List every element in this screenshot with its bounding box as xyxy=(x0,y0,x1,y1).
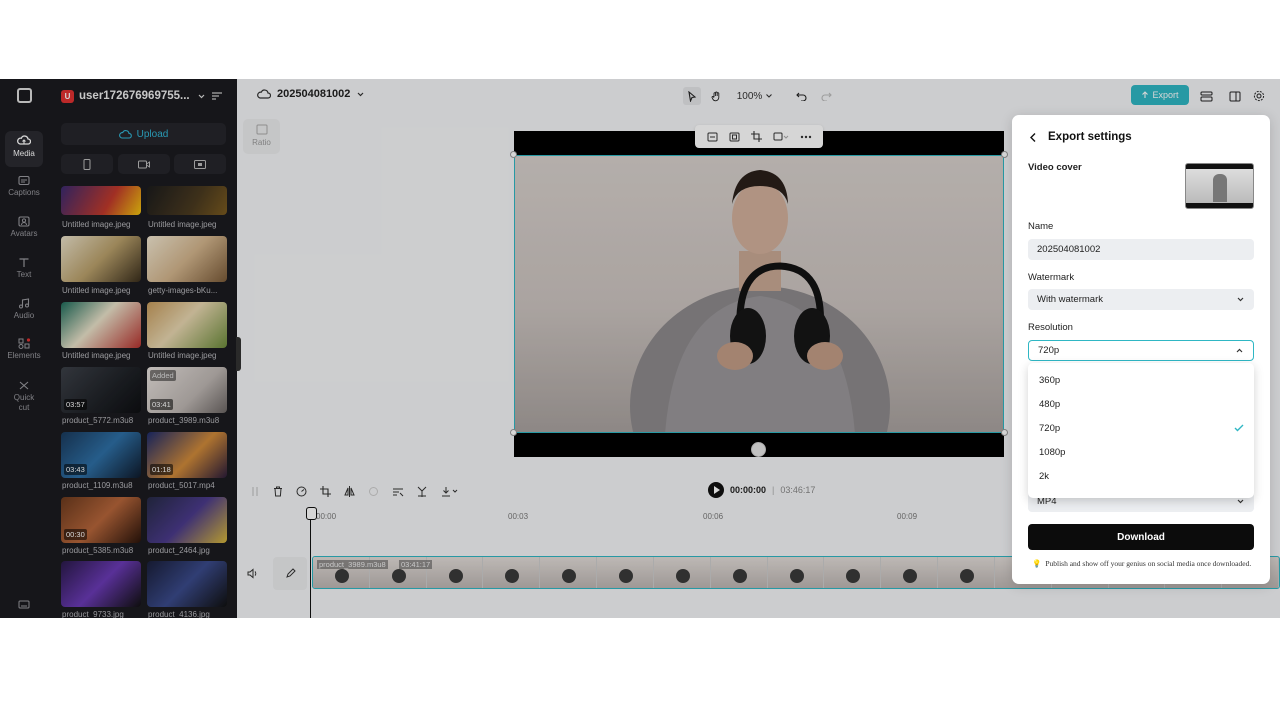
option-label: 2k xyxy=(1039,470,1050,482)
watermark-label: Watermark xyxy=(1028,272,1075,283)
resolution-select[interactable]: 720p xyxy=(1028,340,1254,361)
resolution-option-2k[interactable]: 2k xyxy=(1039,466,1244,486)
resolution-option-1080p[interactable]: 1080p xyxy=(1039,442,1244,462)
resolution-option-720p[interactable]: 720p xyxy=(1039,418,1244,438)
name-input[interactable]: 202504081002 xyxy=(1028,239,1254,260)
watermark-select[interactable]: With watermark xyxy=(1028,289,1254,310)
chevron-down-icon xyxy=(1237,297,1244,302)
video-cover-label: Video cover xyxy=(1028,162,1082,173)
resolution-option-360p[interactable]: 360p xyxy=(1039,370,1244,390)
resolution-option-480p[interactable]: 480p xyxy=(1039,394,1244,414)
video-cover-thumbnail[interactable] xyxy=(1185,163,1254,209)
resolution-value: 720p xyxy=(1038,345,1060,356)
chevron-down-icon xyxy=(1237,499,1244,504)
editor-app: Media Captions Avatars Text Audio Elemen… xyxy=(0,79,1280,618)
chevron-up-icon xyxy=(1236,348,1243,353)
name-value: 202504081002 xyxy=(1037,244,1101,255)
tip-text: Publish and show off your genius on soci… xyxy=(1045,559,1252,568)
share-tip: 💡 Publish and show off your genius on so… xyxy=(1032,559,1251,568)
option-label: 720p xyxy=(1039,422,1061,434)
resolution-label: Resolution xyxy=(1028,322,1073,333)
option-label: 480p xyxy=(1039,398,1061,410)
panel-title: Export settings xyxy=(1048,131,1132,143)
back-arrow-icon[interactable] xyxy=(1028,132,1038,143)
resolution-dropdown: 360p 480p 720p 1080p 2k xyxy=(1028,363,1254,498)
export-settings-header: Export settings xyxy=(1028,131,1132,143)
lightbulb-icon: 💡 xyxy=(1032,559,1042,568)
export-settings-panel: Export settings Video cover Name 2025040… xyxy=(1012,115,1270,584)
name-label: Name xyxy=(1028,221,1054,232)
watermark-value: With watermark xyxy=(1037,294,1103,305)
option-label: 360p xyxy=(1039,374,1061,386)
download-label: Download xyxy=(1117,531,1165,543)
download-button[interactable]: Download xyxy=(1028,524,1254,550)
option-label: 1080p xyxy=(1039,446,1066,458)
checkmark-icon xyxy=(1234,424,1244,432)
